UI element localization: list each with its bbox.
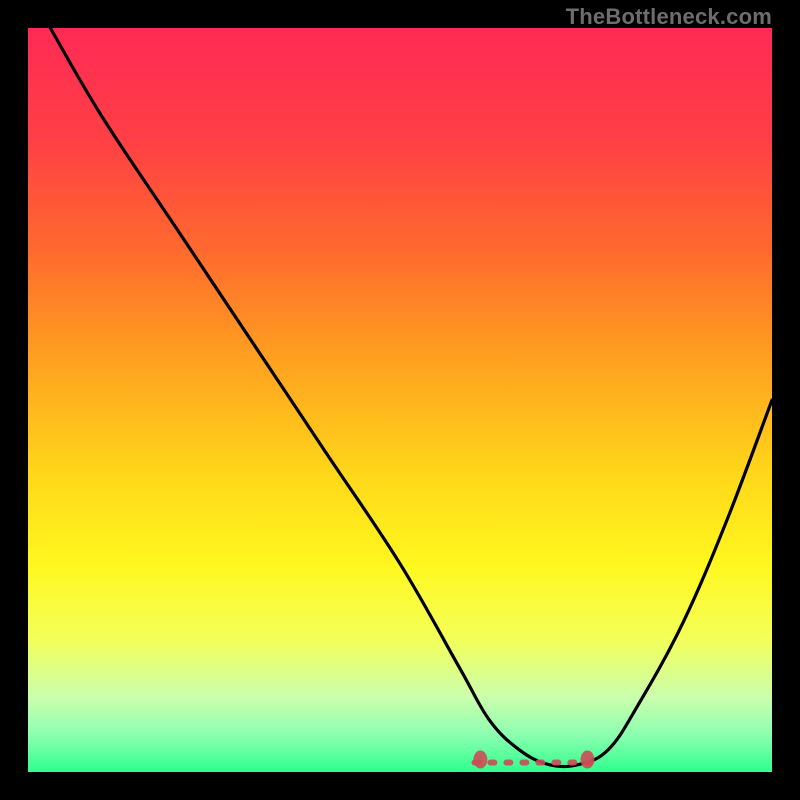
- plot-area: [28, 28, 772, 772]
- chart-svg: [28, 28, 772, 772]
- watermark-text: TheBottleneck.com: [566, 4, 772, 30]
- chart-frame: TheBottleneck.com: [0, 0, 800, 800]
- gradient-background: [28, 28, 772, 772]
